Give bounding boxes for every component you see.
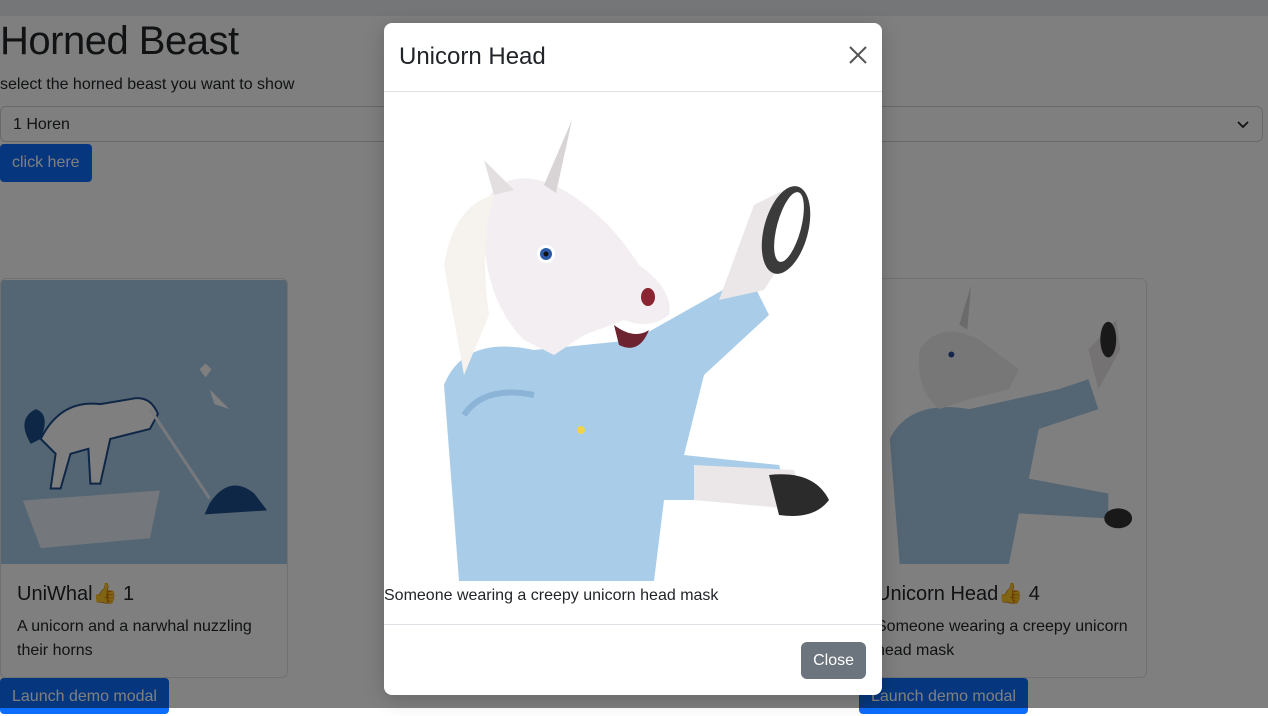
close-button[interactable]: Close: [801, 642, 866, 679]
modal-header: Unicorn Head: [384, 23, 882, 92]
beast-modal: Unicorn Head Someone wearing a creepy un…: [384, 23, 882, 695]
modal-description: Someone wearing a creepy unicorn head ma…: [384, 587, 719, 604]
modal-title: Unicorn Head: [399, 43, 546, 70]
unicorn-head-image: [384, 115, 882, 581]
modal-footer: Close: [384, 624, 882, 695]
close-icon[interactable]: [848, 45, 868, 65]
